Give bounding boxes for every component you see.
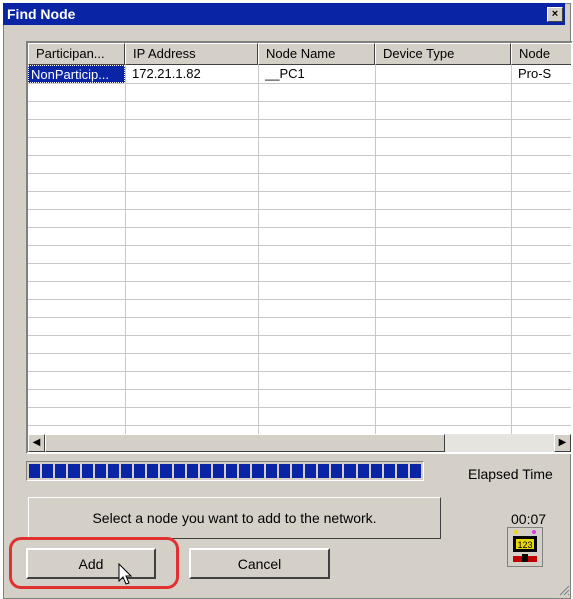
grid-line-row (28, 83, 571, 84)
grid-line-row (28, 407, 571, 408)
progress-segment (94, 464, 106, 478)
search-progress-bar (26, 461, 424, 481)
column-header-node[interactable]: Node (511, 43, 571, 65)
cancel-button-label: Cancel (237, 555, 282, 572)
grid-line-row (28, 173, 571, 174)
progress-segment (396, 464, 409, 478)
elapsed-time-value: 00:07 (511, 511, 547, 527)
progress-segment (318, 464, 330, 478)
grid-line-row (28, 281, 571, 282)
scroll-right-button[interactable]: ▶ (554, 434, 571, 452)
progress-segment (331, 464, 343, 478)
status-message: Select a node you want to add to the net… (28, 497, 441, 539)
resize-grip-icon[interactable] (558, 584, 570, 596)
grid-line-row (28, 389, 571, 390)
window-title: Find Node (7, 6, 76, 22)
close-button[interactable]: × (547, 7, 563, 22)
progress-segment (344, 464, 356, 478)
column-header-node-name[interactable]: Node Name (258, 43, 375, 65)
progress-segment (160, 464, 172, 478)
grid-line-row (28, 353, 571, 354)
grid-line-row (28, 119, 571, 120)
progress-segment (42, 464, 54, 478)
progress-segment (199, 464, 211, 478)
column-header-ip-address[interactable]: IP Address (125, 43, 258, 65)
column-header-participant[interactable]: Participan... (28, 43, 125, 65)
mouse-cursor-icon (118, 563, 133, 585)
grid-line-row (28, 209, 571, 210)
scroll-left-button[interactable]: ◀ (28, 434, 45, 452)
progress-segment (226, 464, 238, 478)
progress-segment (55, 464, 67, 478)
grid-line-row (28, 227, 571, 228)
progress-segment (304, 464, 317, 478)
progress-segment (278, 464, 290, 478)
progress-segment (383, 464, 395, 478)
cell-device-type[interactable] (382, 65, 507, 83)
grid-line-row (28, 245, 571, 246)
progress-segment (291, 464, 303, 478)
search-animation-icon: 123 (507, 527, 543, 567)
add-button-highlight (9, 537, 179, 589)
grid-line-column (125, 65, 126, 435)
progress-segment (120, 464, 133, 478)
grid-line-row (28, 155, 571, 156)
status-message-text: Select a node you want to add to the net… (92, 510, 377, 526)
grid-line-row (28, 371, 571, 372)
grid-line-row (28, 299, 571, 300)
grid-line-row (28, 101, 571, 102)
grid-line-row (28, 137, 571, 138)
progress-segment (252, 464, 264, 478)
grid-line-row (28, 191, 571, 192)
progress-segment (147, 464, 159, 478)
progress-segment (410, 464, 422, 478)
elapsed-time-label: Elapsed Time (468, 466, 553, 482)
cancel-button[interactable]: Cancel (189, 548, 330, 579)
progress-segment (239, 464, 251, 478)
grid-line-column (375, 65, 376, 435)
progress-segment (68, 464, 80, 478)
grid-line-row (28, 425, 571, 426)
column-header-device-type[interactable]: Device Type (375, 43, 511, 65)
progress-segment (212, 464, 225, 478)
progress-segment (29, 464, 41, 478)
grid-line-row (28, 335, 571, 336)
grid-line-column (511, 65, 512, 435)
progress-segment (107, 464, 119, 478)
cell-node-name[interactable]: __PC1 (265, 65, 373, 83)
progress-segment (357, 464, 369, 478)
cell-participant[interactable]: NonParticip... (28, 65, 125, 83)
grid-line-column (258, 65, 259, 435)
svg-text:123: 123 (517, 540, 532, 550)
grid-line-row (28, 317, 571, 318)
progress-segment (265, 464, 277, 478)
scroll-thumb[interactable] (45, 434, 445, 452)
progress-segment (186, 464, 198, 478)
node-list[interactable]: Participan... IP Address Node Name Devic… (26, 41, 573, 454)
grid-line-row (28, 263, 571, 264)
progress-segment (81, 464, 93, 478)
cell-node[interactable]: Pro-S (518, 65, 571, 83)
progress-segment (370, 464, 382, 478)
progress-segment (134, 464, 146, 478)
cell-ip-address[interactable]: 172.21.1.82 (132, 65, 256, 83)
horizontal-scrollbar[interactable]: ◀ ▶ (28, 434, 571, 452)
progress-segment (173, 464, 185, 478)
title-bar: Find Node × (3, 3, 565, 25)
